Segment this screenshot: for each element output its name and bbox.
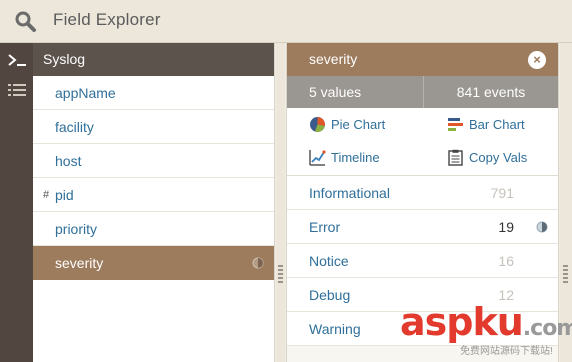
value-row-error[interactable]: Error 19 xyxy=(287,210,558,244)
field-item-appname[interactable]: appName xyxy=(33,76,274,110)
value-label: Error xyxy=(309,219,341,235)
value-row-informational[interactable]: Informational 791 xyxy=(287,176,558,210)
field-label: facility xyxy=(55,119,94,135)
left-rail xyxy=(0,43,33,362)
field-item-host[interactable]: host xyxy=(33,144,274,178)
value-label: Debug xyxy=(309,287,351,303)
field-stats-bar: 5 values 841 events xyxy=(287,76,558,108)
field-label: appName xyxy=(55,85,116,101)
page-title: Field Explorer xyxy=(53,10,161,29)
field-detail-title: severity xyxy=(309,51,358,67)
toggle-icon[interactable] xyxy=(536,221,548,233)
close-button[interactable]: × xyxy=(528,51,546,69)
value-count: 791 xyxy=(490,185,514,201)
field-item-facility[interactable]: facility xyxy=(33,110,274,144)
watermark-tagline: 免费网站源码下载站! xyxy=(460,346,553,357)
value-count: 19 xyxy=(498,219,514,235)
field-label: pid xyxy=(55,187,74,203)
pie-chart-button[interactable]: Pie Chart xyxy=(309,116,385,133)
value-label: Informational xyxy=(309,185,390,201)
field-item-severity[interactable]: severity xyxy=(33,246,274,280)
value-row-notice[interactable]: Notice 16 xyxy=(287,244,558,278)
field-item-pid[interactable]: # pid xyxy=(33,178,274,212)
value-count: 16 xyxy=(498,253,514,269)
top-bar: Field Explorer xyxy=(0,0,572,43)
site-watermark: aspku.com 免费网站源码下载站! xyxy=(400,300,572,362)
timeline-icon xyxy=(309,150,326,166)
pie-chart-icon xyxy=(310,117,325,133)
panel-splitter-left[interactable] xyxy=(276,43,285,362)
list-button[interactable] xyxy=(0,75,33,105)
field-detail-header: severity × xyxy=(287,43,558,76)
drag-handle-icon[interactable] xyxy=(563,265,568,285)
field-list-panel: Syslog appName facility host # pid prior… xyxy=(33,43,275,362)
events-count: 841 events xyxy=(456,84,526,100)
clipboard-icon xyxy=(448,149,463,166)
copy-vals-button[interactable]: Copy Vals xyxy=(447,149,527,166)
numeric-field-marker: # xyxy=(43,189,50,201)
field-label: priority xyxy=(55,221,98,237)
terminal-icon xyxy=(7,54,26,66)
values-count: 5 values xyxy=(287,76,424,108)
field-label: severity xyxy=(55,255,104,271)
watermark-logo: aspku.com xyxy=(400,300,572,344)
bar-chart-button[interactable]: Bar Chart xyxy=(447,116,525,133)
chart-actions: Pie Chart Bar Chart Timeline Copy Vals xyxy=(287,108,558,176)
search-icon[interactable] xyxy=(14,10,38,34)
toggle-icon[interactable] xyxy=(252,257,264,269)
list-icon xyxy=(7,84,26,96)
drag-handle-icon[interactable] xyxy=(278,265,283,285)
timeline-button[interactable]: Timeline xyxy=(309,149,380,166)
bar-chart-icon xyxy=(448,118,463,131)
field-label: host xyxy=(55,153,82,169)
value-label: Warning xyxy=(309,321,361,337)
value-label: Notice xyxy=(309,253,349,269)
field-item-priority[interactable]: priority xyxy=(33,212,274,246)
terminal-button[interactable] xyxy=(0,45,33,75)
field-group-header: Syslog xyxy=(33,43,274,76)
